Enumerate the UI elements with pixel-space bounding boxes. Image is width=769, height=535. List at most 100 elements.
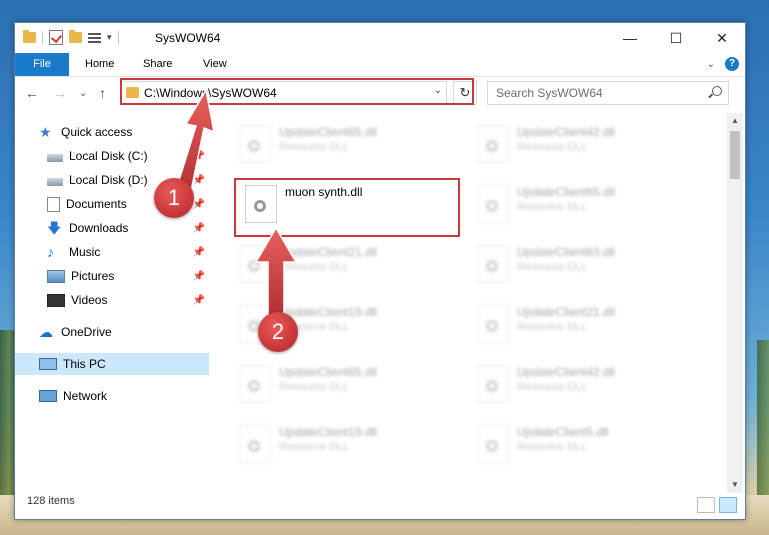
file-name: UpdateClient65.dll xyxy=(279,125,378,139)
vertical-scrollbar[interactable]: ▲ ▼ xyxy=(727,113,743,493)
file-name: UpdateClient5.dll xyxy=(517,425,609,439)
dll-file-icon xyxy=(239,245,271,283)
search-icon[interactable] xyxy=(712,86,722,96)
dll-file-icon xyxy=(477,365,509,403)
sidebar-item-pictures[interactable]: Pictures 📌 xyxy=(15,265,209,287)
chevron-down-icon[interactable]: ⌄ xyxy=(707,59,715,70)
window-title: SysWOW64 xyxy=(155,31,221,45)
up-arrow-icon[interactable]: ↑ xyxy=(99,85,106,101)
file-tile[interactable]: UpdateClient63.dll Resource DLL xyxy=(469,239,689,289)
toolbar-separator xyxy=(117,30,119,45)
music-icon: ♪ xyxy=(47,244,54,260)
desktop-palm-right xyxy=(757,340,769,500)
minimize-button[interactable]: — xyxy=(607,23,653,53)
sidebar-item-label: Quick access xyxy=(61,125,133,139)
dll-file-icon xyxy=(477,425,509,463)
file-name: UpdateClient42.dll xyxy=(517,365,616,379)
sidebar-item-network[interactable]: Network xyxy=(15,385,209,407)
explorer-window: ▾ SysWOW64 — ☐ ✕ File Home Share View ⌄ … xyxy=(14,22,746,520)
pin-icon[interactable]: 📌 xyxy=(193,151,205,162)
file-type: Resource DLL xyxy=(279,141,350,153)
dll-file-icon xyxy=(477,125,509,163)
file-highlight-box xyxy=(234,178,460,237)
tab-home[interactable]: Home xyxy=(73,53,126,76)
dll-file-icon xyxy=(477,305,509,343)
file-type: Resource DLL xyxy=(279,381,350,393)
ribbon-tabs: File Home Share View ⌄ ? xyxy=(15,53,745,77)
file-type: Resource DLL xyxy=(279,441,350,453)
pin-icon[interactable]: 📌 xyxy=(193,175,205,186)
file-name: UpdateClient21.dll xyxy=(279,245,378,259)
file-tile[interactable]: UpdateClient21.dll Resource DLL xyxy=(469,299,689,349)
scroll-down-icon[interactable]: ▼ xyxy=(727,477,743,493)
sidebar-item-music[interactable]: ♪ Music 📌 xyxy=(15,241,209,263)
navigation-bar: ← → ⌄ ↑ C:\Windows\SysWOW64 ⌄ ↻ Search S… xyxy=(15,77,745,109)
file-tile[interactable]: UpdateClient65.dll Resource DLL xyxy=(231,359,451,409)
sidebar-item-onedrive[interactable]: ☁ OneDrive xyxy=(15,321,209,343)
pictures-icon xyxy=(47,269,65,283)
recent-locations-chevron-icon[interactable]: ⌄ xyxy=(79,88,87,99)
forward-arrow-icon[interactable]: → xyxy=(53,85,67,101)
maximize-button[interactable]: ☐ xyxy=(653,23,699,53)
properties-check-icon[interactable] xyxy=(49,30,63,45)
chevron-down-icon[interactable]: ▾ xyxy=(107,32,112,43)
close-button[interactable]: ✕ xyxy=(699,23,745,53)
toolbar-separator xyxy=(42,30,43,45)
file-tile[interactable]: UpdateClient65.dll Resource DLL xyxy=(231,119,451,169)
search-placeholder: Search SysWOW64 xyxy=(496,86,603,100)
file-name: UpdateClient63.dll xyxy=(517,245,616,259)
sidebar-item-label: Videos xyxy=(71,293,108,307)
folder-icon xyxy=(23,30,36,43)
sidebar-item-quick-access[interactable]: ★ Quick access xyxy=(15,121,209,143)
pin-icon[interactable]: 📌 xyxy=(193,295,205,306)
dll-file-icon xyxy=(239,125,271,163)
file-type: Resource DLL xyxy=(517,321,588,333)
file-tile[interactable]: UpdateClient42.dll Resource DLL xyxy=(469,119,689,169)
network-icon xyxy=(39,390,57,402)
large-icons-view-icon[interactable] xyxy=(719,497,737,513)
help-icon[interactable]: ? xyxy=(725,57,739,71)
properties-icon[interactable] xyxy=(88,32,101,44)
file-tile[interactable]: UpdateClient21.dll Resource DLL xyxy=(231,239,451,289)
downloads-icon: 🡇 xyxy=(47,220,62,236)
pin-icon[interactable]: 📌 xyxy=(193,271,205,282)
pin-icon[interactable]: 📌 xyxy=(193,199,205,210)
sidebar-item-downloads[interactable]: 🡇 Downloads 📌 xyxy=(15,217,209,239)
pin-icon[interactable]: 📌 xyxy=(193,247,205,258)
view-toggle xyxy=(697,497,737,513)
title-bar: ▾ SysWOW64 — ☐ ✕ xyxy=(15,23,745,53)
file-tile[interactable]: UpdateClient65.dll Resource DLL xyxy=(469,179,689,229)
new-folder-icon[interactable] xyxy=(69,30,82,43)
cloud-icon: ☁ xyxy=(39,324,53,340)
tab-file[interactable]: File xyxy=(15,53,69,76)
back-arrow-icon[interactable]: ← xyxy=(25,85,39,101)
file-name: UpdateClient19.dll xyxy=(279,305,378,319)
dll-file-icon xyxy=(239,365,271,403)
sidebar-item-label: Music xyxy=(69,245,101,259)
file-tile[interactable]: UpdateClient19.dll Resource DLL xyxy=(231,419,451,469)
file-tile[interactable]: UpdateClient42.dll Resource DLL xyxy=(469,359,689,409)
item-count: 128 items xyxy=(27,495,75,507)
quick-access-toolbar: ▾ xyxy=(23,30,119,45)
scrollbar-thumb[interactable] xyxy=(730,131,740,179)
dll-file-icon xyxy=(477,185,509,223)
pin-icon[interactable]: 📌 xyxy=(193,223,205,234)
scroll-up-icon[interactable]: ▲ xyxy=(727,113,743,129)
file-type: Resource DLL xyxy=(517,201,588,213)
dll-file-icon xyxy=(477,245,509,283)
search-input[interactable]: Search SysWOW64 xyxy=(487,81,729,105)
file-list: UpdateClient65.dll Resource DLL muon syn… xyxy=(211,113,727,493)
file-name: UpdateClient42.dll xyxy=(517,125,616,139)
file-type: Resource DLL xyxy=(517,261,588,273)
sidebar-item-local-disk-c[interactable]: Local Disk (C:) 📌 xyxy=(15,145,209,167)
tab-view[interactable]: View xyxy=(191,53,239,76)
sidebar-item-videos[interactable]: Videos 📌 xyxy=(15,289,209,311)
details-view-icon[interactable] xyxy=(697,497,715,513)
tab-share[interactable]: Share xyxy=(131,53,184,76)
disk-icon xyxy=(47,154,63,162)
pc-icon xyxy=(39,358,57,370)
file-tile[interactable]: UpdateClient5.dll Resource DLL xyxy=(469,419,689,469)
sidebar-item-this-pc[interactable]: This PC xyxy=(15,353,209,375)
file-type: Resource DLL xyxy=(279,261,350,273)
file-type: Resource DLL xyxy=(517,381,588,393)
